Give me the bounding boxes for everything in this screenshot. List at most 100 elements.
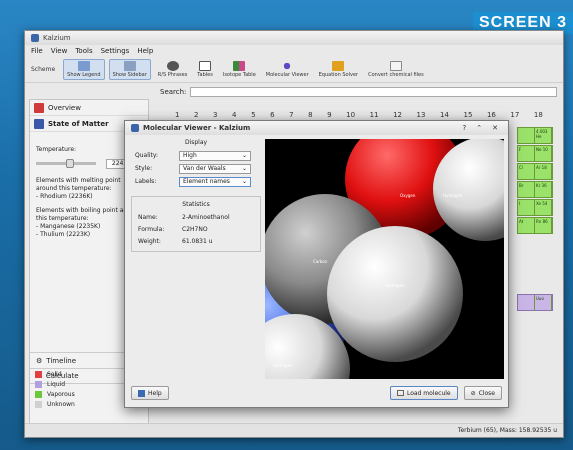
menu-file[interactable]: File — [31, 47, 43, 55]
overview-icon — [34, 102, 44, 113]
group-number: 10 — [346, 111, 356, 119]
load-molecule-button[interactable]: Load molecule — [389, 386, 458, 400]
isotope-table-button[interactable]: Isotope Table — [220, 60, 259, 79]
minimize-icon[interactable]: ⌃ — [476, 124, 482, 132]
tables-label: Tables — [197, 72, 213, 78]
legend-swatch — [35, 370, 42, 378]
atom-label: Carbon — [313, 259, 328, 264]
isotope-icon — [233, 61, 246, 71]
menu-tools[interactable]: Tools — [75, 47, 92, 55]
formula-label: Formula: — [138, 225, 165, 233]
help-button-label: Help — [148, 389, 162, 397]
atom-label: Hydrogen — [443, 193, 463, 198]
main-titlebar: Kalzium — [25, 31, 563, 45]
show-legend-button[interactable]: Show Legend — [63, 59, 105, 80]
molecular-viewer-button[interactable]: Molecular Viewer — [263, 60, 312, 79]
scheme-label[interactable]: Scheme — [31, 66, 55, 73]
group-number: 3 — [213, 111, 218, 119]
element-cell[interactable]: Br Kr 36 — [517, 181, 553, 198]
formula-row: Formula: C2H7NO — [134, 223, 258, 235]
style-select[interactable]: Van der Waals ⌄ — [179, 163, 251, 174]
legend-label: Vaporous — [47, 390, 75, 398]
group-number: 13 — [416, 111, 426, 119]
statistics-group-title: Statistics — [182, 201, 210, 208]
name-row: Name: 2-Aminoethanol — [134, 211, 258, 223]
quality-row: Quality: High ⌄ — [131, 149, 261, 162]
element-cell[interactable]: I Xe 54 — [517, 199, 553, 216]
sidebar-item-overview[interactable]: Overview — [30, 100, 148, 116]
weight-row: Weight: 61.0831 u — [134, 235, 258, 247]
load-molecule-label: Load molecule — [406, 389, 451, 397]
statistics-group: Statistics Name: 2-Aminoethanol Formula: C… — [131, 196, 261, 252]
name-value: 2-Aminoethanol — [182, 213, 230, 221]
search-row: Search: — [160, 86, 557, 98]
convert-files-label: Convert chemical files — [368, 72, 424, 78]
toolbar: Scheme Show Legend Show Sidebar R/S Phra… — [25, 57, 563, 83]
menu-settings[interactable]: Settings — [101, 47, 130, 55]
legend-swatch — [35, 390, 42, 398]
molecule-3d-viewport[interactable]: Oxygen Hydrogen Carbon Hydrogen Hydrogen — [265, 139, 504, 379]
group-number: 12 — [393, 111, 402, 119]
temperature-slider[interactable] — [36, 159, 96, 168]
show-sidebar-button[interactable]: Show Sidebar — [108, 59, 151, 80]
quality-select[interactable]: High ⌄ — [179, 150, 251, 161]
group-number: 7 — [289, 111, 294, 119]
equation-solver-label: Equation Solver — [318, 72, 359, 78]
molecule-render: Oxygen Hydrogen Carbon Hydrogen Hydrogen — [265, 139, 504, 379]
close-icon[interactable]: ✕ — [492, 124, 498, 132]
element-cell[interactable]: F Ne 10 — [517, 145, 553, 162]
labels-label: Labels: — [135, 178, 157, 185]
legend-swatch — [35, 380, 42, 388]
show-legend-label: Show Legend — [67, 72, 101, 78]
close-button-label: Close — [478, 389, 495, 397]
formula-value: C2H7NO — [182, 225, 208, 233]
folder-icon — [396, 390, 404, 396]
dialog-button-row: Help Load molecule ⊘ Close — [131, 385, 502, 401]
group-number: 17 — [510, 111, 520, 119]
kalzium-app-icon — [131, 124, 139, 132]
quality-label: Quality: — [135, 152, 159, 159]
hazard-icon — [166, 61, 179, 71]
element-cell[interactable]: 4.003 He — [517, 127, 553, 144]
menu-view[interactable]: View — [51, 47, 68, 55]
weight-value: 61.0831 u — [182, 237, 213, 245]
group-number: 9 — [327, 111, 332, 119]
group-number: 5 — [251, 111, 256, 119]
group-number: 11 — [369, 111, 379, 119]
group-number: 16 — [486, 111, 496, 119]
group-number: 4 — [232, 111, 237, 119]
menu-help[interactable]: Help — [137, 47, 153, 55]
close-button[interactable]: ⊘ Close — [463, 386, 502, 400]
rs-phrases-button[interactable]: R/S Phrases — [155, 60, 191, 79]
group-number: 8 — [308, 111, 313, 119]
help-button[interactable]: Help — [131, 386, 169, 400]
molecular-viewer-label: Molecular Viewer — [265, 72, 309, 78]
labels-select[interactable]: Element names ⌄ — [179, 176, 251, 187]
tables-button[interactable]: Tables — [194, 60, 216, 79]
style-value: Van der Waals — [183, 165, 226, 172]
atom-label: Oxygen — [400, 193, 416, 198]
element-column-18: 4.003 He F Ne 10 Cl Ar 18 Br Kr 36 I Xe 54 A… — [517, 127, 553, 312]
equation-solver-button[interactable]: Equation Solver — [316, 60, 361, 79]
element-cell[interactable]: At Rn 86 — [517, 217, 553, 234]
labels-value: Element names — [183, 178, 230, 185]
slider-knob[interactable] — [66, 159, 74, 168]
group-number: 15 — [463, 111, 473, 119]
table-icon — [199, 61, 212, 71]
search-input[interactable] — [190, 87, 557, 97]
legend-label: Unknown — [47, 400, 75, 408]
rs-phrases-label: R/S Phrases — [157, 72, 188, 78]
molecular-viewer-dialog: Molecular Viewer - Kalzium ? ⌃ ✕ Display… — [124, 120, 509, 408]
dialog-settings-panel: Display Quality: High ⌄ Style: Van der Wa… — [131, 139, 261, 379]
element-cell[interactable]: Uuo — [517, 294, 553, 311]
convert-icon — [389, 61, 402, 71]
labels-row: Labels: Element names ⌄ — [131, 175, 261, 188]
isotope-table-label: Isotope Table — [222, 72, 256, 78]
dialog-controls: ? ⌃ ✕ — [463, 124, 508, 132]
help-icon[interactable]: ? — [463, 124, 467, 132]
style-label: Style: — [135, 165, 153, 172]
element-cell[interactable]: Cl Ar 18 — [517, 163, 553, 180]
help-book-icon — [138, 389, 145, 397]
convert-files-button[interactable]: Convert chemical files — [365, 60, 427, 79]
kalzium-app-icon — [31, 34, 39, 42]
